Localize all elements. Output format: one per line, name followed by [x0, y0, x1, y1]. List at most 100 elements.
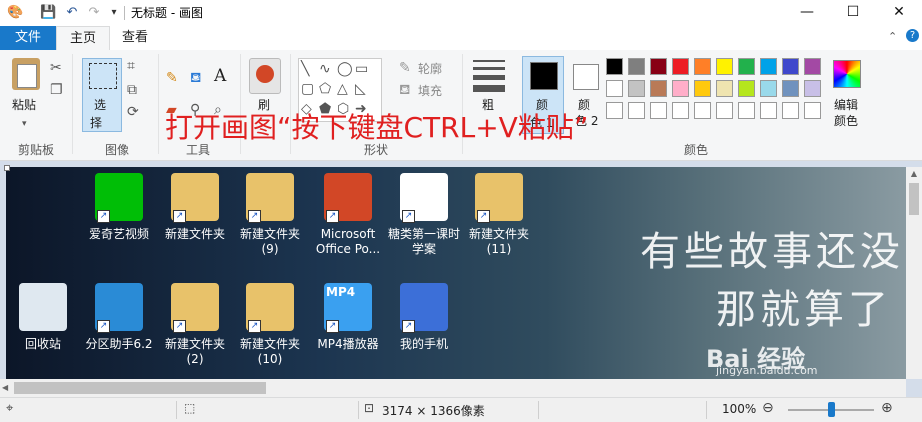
fill-icon[interactable]: ⛾: [399, 82, 410, 98]
desktop-icon[interactable]: ↗ 新建文件夹 (9): [230, 173, 310, 257]
desktop-icon[interactable]: ↗ 爱奇艺视频: [79, 173, 159, 242]
palette-swatch[interactable]: [738, 102, 755, 119]
palette-swatch[interactable]: [782, 80, 799, 97]
palette-swatch[interactable]: [804, 102, 821, 119]
palette-swatch[interactable]: [760, 58, 777, 75]
desktop-icon[interactable]: ↗ 新建文件夹 (10): [230, 283, 310, 367]
tab-home[interactable]: 主页: [56, 26, 110, 52]
ribbon-collapse-icon[interactable]: ⌃: [888, 30, 897, 43]
desktop-icon[interactable]: ↗ 新建文件夹 (2): [155, 283, 235, 367]
vertical-scrollbar[interactable]: ▲: [906, 167, 922, 379]
save-icon[interactable]: 💾: [40, 5, 56, 21]
desktop-icon-label: 新建文件夹: [239, 227, 300, 241]
palette-swatch[interactable]: [650, 80, 667, 97]
palette-swatch[interactable]: [672, 102, 689, 119]
tab-file[interactable]: 文件: [0, 26, 56, 50]
palette-swatch[interactable]: [738, 80, 755, 97]
text-tool-icon[interactable]: A: [214, 68, 226, 85]
canvas-resize-handle[interactable]: [4, 165, 10, 171]
palette-swatch[interactable]: [782, 58, 799, 75]
palette-swatch[interactable]: [606, 58, 623, 75]
palette-swatch[interactable]: [672, 80, 689, 97]
paint-app-icon[interactable]: 🎨: [7, 5, 23, 21]
size-icon[interactable]: [473, 60, 505, 92]
edit-colors-icon[interactable]: [833, 60, 861, 88]
crop-icon[interactable]: ⌗: [127, 58, 135, 74]
customize-quick-access-icon[interactable]: ▾: [106, 5, 122, 21]
oval-shape-icon[interactable]: ◯: [337, 61, 353, 77]
desktop-icon[interactable]: ↗ 新建文件夹 (11): [459, 173, 539, 257]
line-shape-icon[interactable]: ╲: [301, 61, 309, 77]
close-button[interactable]: ✕: [876, 0, 922, 26]
palette-swatch[interactable]: [782, 102, 799, 119]
maximize-button[interactable]: ☐: [830, 0, 876, 26]
zoom-level: 100%: [722, 402, 757, 416]
palette-swatch[interactable]: [694, 80, 711, 97]
palette-swatch[interactable]: [650, 102, 667, 119]
image-size-icon: ⊡: [364, 401, 375, 415]
palette-swatch[interactable]: [628, 58, 645, 75]
polygon-shape-icon[interactable]: ⬠: [319, 81, 331, 97]
desktop-icon[interactable]: MP4 ↗ MP4播放器: [308, 283, 388, 352]
fill-bucket-icon[interactable]: ⛾: [190, 70, 201, 86]
palette-swatch[interactable]: [628, 102, 645, 119]
window-title: 无标题 - 画图: [131, 6, 203, 20]
palette-swatch[interactable]: [672, 58, 689, 75]
palette-swatch[interactable]: [606, 102, 623, 119]
rounded-rect-shape-icon[interactable]: ▢: [301, 81, 314, 97]
undo-icon[interactable]: ↶: [64, 5, 80, 21]
paste-button-label[interactable]: 粘贴: [12, 96, 36, 113]
minimize-button[interactable]: —: [784, 0, 830, 26]
help-icon[interactable]: ?: [906, 29, 919, 42]
palette-swatch[interactable]: [804, 58, 821, 75]
desktop-icon[interactable]: ↗ 新建文件夹: [155, 173, 235, 242]
palette-swatch[interactable]: [738, 58, 755, 75]
desktop-icon[interactable]: ↗ 我的手机: [384, 283, 464, 352]
curve-shape-icon[interactable]: ∿: [319, 61, 331, 77]
horizontal-scrollbar[interactable]: ◀: [0, 379, 906, 397]
palette-swatch[interactable]: [760, 80, 777, 97]
zoom-out-button[interactable]: ⊖: [762, 400, 774, 416]
paste-icon[interactable]: [12, 58, 40, 90]
copy-icon[interactable]: ❐: [50, 82, 63, 98]
desktop-icon[interactable]: 回收站: [6, 283, 83, 352]
palette-swatch[interactable]: [694, 58, 711, 75]
palette-swatch[interactable]: [716, 58, 733, 75]
scroll-up-icon[interactable]: ▲: [908, 169, 920, 179]
paste-dropdown-icon[interactable]: ▾: [22, 116, 27, 132]
color2-swatch[interactable]: [573, 64, 599, 90]
rotate-icon[interactable]: ⟳: [127, 104, 139, 120]
palette-swatch[interactable]: [804, 80, 821, 97]
palette-swatch[interactable]: [716, 102, 733, 119]
horizontal-scroll-thumb[interactable]: [14, 382, 266, 394]
desktop-icon[interactable]: ↗ 糖类第一课时 学案: [384, 173, 464, 257]
tab-view[interactable]: 查看: [112, 26, 158, 50]
desktop-icon-label: 新建文件夹: [468, 227, 529, 241]
pasted-screenshot[interactable]: ↗ 爱奇艺视频 ↗ 新建文件夹 ↗ 新建文件夹 (9) ↗ Microsoft Office Po…: [6, 167, 906, 379]
palette-swatch[interactable]: [716, 80, 733, 97]
brushes-icon[interactable]: [249, 58, 281, 94]
rectangle-shape-icon[interactable]: ▭: [355, 61, 368, 77]
canvas-area[interactable]: ↗ 爱奇艺视频 ↗ 新建文件夹 ↗ 新建文件夹 (9) ↗ Microsoft Office Po…: [0, 161, 922, 397]
palette-swatch[interactable]: [606, 80, 623, 97]
palette-swatch[interactable]: [650, 58, 667, 75]
right-triangle-shape-icon[interactable]: ◺: [355, 81, 366, 97]
outline-icon[interactable]: ✎: [399, 60, 411, 76]
palette-swatch[interactable]: [760, 102, 777, 119]
vertical-scroll-thumb[interactable]: [909, 183, 919, 215]
desktop-icon[interactable]: ↗ Microsoft Office Po...: [308, 173, 388, 257]
redo-icon[interactable]: ↷: [86, 5, 102, 21]
zoom-slider-thumb[interactable]: [828, 402, 835, 417]
triangle-shape-icon[interactable]: △: [337, 81, 348, 97]
pencil-icon[interactable]: ✎: [166, 70, 178, 86]
resize-icon[interactable]: ⧉: [127, 82, 137, 98]
cut-icon[interactable]: ✂: [50, 60, 62, 76]
desktop-icon[interactable]: ↗ 分区助手6.2: [79, 283, 159, 352]
outline-label[interactable]: 轮廓: [418, 60, 442, 77]
scroll-left-icon[interactable]: ◀: [2, 383, 8, 392]
palette-swatch[interactable]: [694, 102, 711, 119]
fill-label[interactable]: 填充: [418, 82, 442, 99]
edit-colors-label[interactable]: 编辑: [834, 96, 858, 113]
palette-swatch[interactable]: [628, 80, 645, 97]
zoom-in-button[interactable]: ⊕: [881, 400, 893, 416]
